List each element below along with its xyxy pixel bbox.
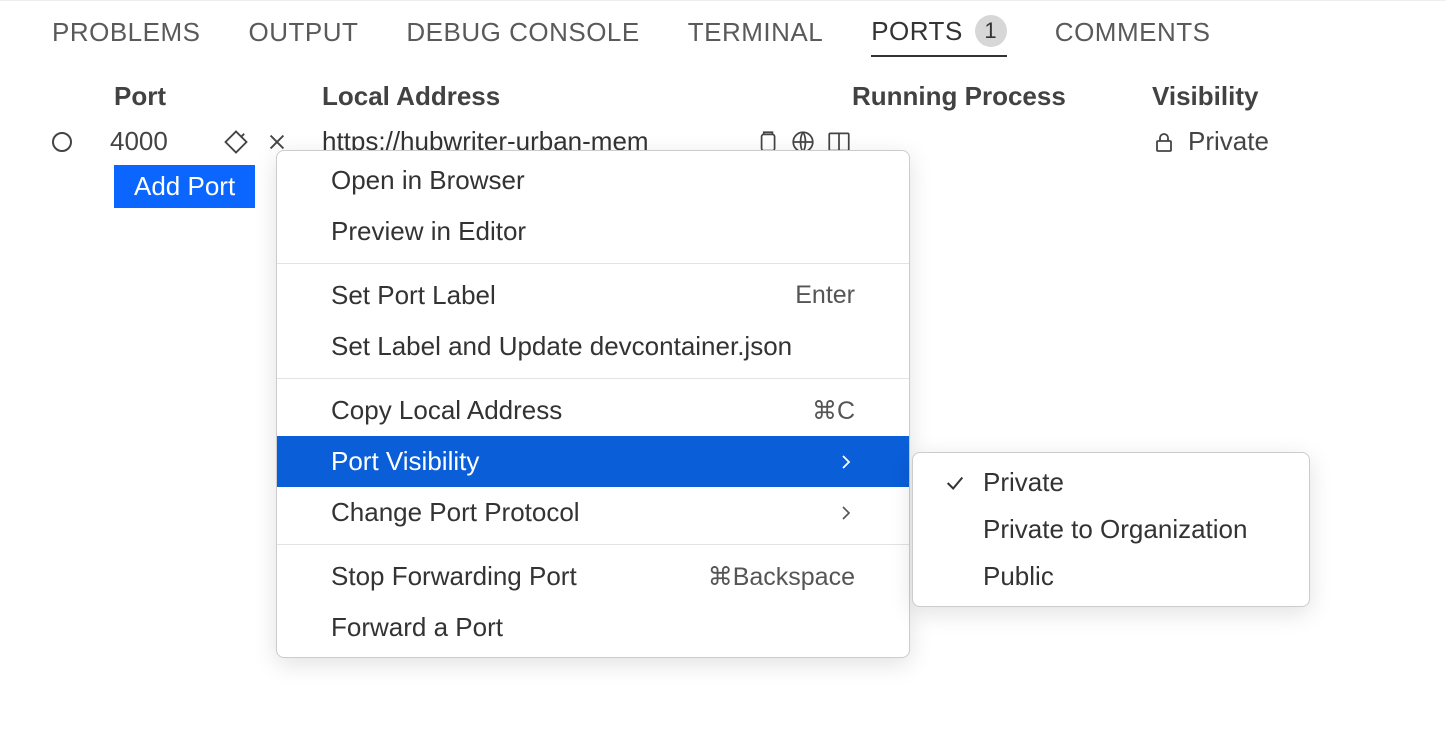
lock-icon <box>1152 130 1176 154</box>
menu-set-label-devcontainer-label: Set Label and Update devcontainer.json <box>331 331 792 362</box>
menu-separator <box>277 544 909 545</box>
cell-visibility: Private <box>1152 126 1394 157</box>
tab-problems-label: PROBLEMS <box>52 17 201 48</box>
submenu-private[interactable]: Private <box>913 459 1309 506</box>
tab-output[interactable]: OUTPUT <box>249 17 359 56</box>
label-tag-icon[interactable] <box>222 128 250 156</box>
column-local-address: Local Address <box>322 81 852 112</box>
menu-separator <box>277 378 909 379</box>
column-running-process: Running Process <box>852 81 1152 112</box>
tab-debug-console-label: DEBUG CONSOLE <box>406 17 639 48</box>
tab-comments[interactable]: COMMENTS <box>1055 17 1211 56</box>
menu-set-label-devcontainer[interactable]: Set Label and Update devcontainer.json <box>277 321 909 372</box>
tab-ports-label: PORTS <box>871 16 963 47</box>
chevron-right-icon <box>837 504 855 522</box>
menu-preview-in-editor[interactable]: Preview in Editor <box>277 206 909 257</box>
menu-open-in-browser[interactable]: Open in Browser <box>277 155 909 206</box>
port-number: 4000 <box>110 126 168 157</box>
tab-problems[interactable]: PROBLEMS <box>52 17 201 56</box>
column-visibility: Visibility <box>1152 81 1394 112</box>
panel-tabs: PROBLEMS OUTPUT DEBUG CONSOLE TERMINAL P… <box>0 1 1446 67</box>
ports-badge: 1 <box>975 15 1007 47</box>
menu-change-port-protocol-label: Change Port Protocol <box>331 497 580 528</box>
tab-comments-label: COMMENTS <box>1055 17 1211 48</box>
menu-set-port-label-label: Set Port Label <box>331 280 496 311</box>
tab-output-label: OUTPUT <box>249 17 359 48</box>
tab-ports[interactable]: PORTS 1 <box>871 15 1007 57</box>
chevron-right-icon <box>837 453 855 471</box>
menu-copy-local-address[interactable]: Copy Local Address ⌘C <box>277 385 909 436</box>
menu-stop-forwarding-shortcut: ⌘Backspace <box>708 562 855 592</box>
menu-forward-a-port-label: Forward a Port <box>331 612 503 643</box>
visibility-value: Private <box>1188 126 1269 157</box>
port-status-icon <box>52 132 72 152</box>
menu-copy-local-address-label: Copy Local Address <box>331 395 562 426</box>
visibility-submenu: Private Private to Organization Public <box>912 452 1310 607</box>
menu-port-visibility-label: Port Visibility <box>331 446 479 477</box>
tab-terminal[interactable]: TERMINAL <box>688 17 823 56</box>
menu-open-in-browser-label: Open in Browser <box>331 165 525 196</box>
tab-terminal-label: TERMINAL <box>688 17 823 48</box>
context-menu: Open in Browser Preview in Editor Set Po… <box>276 150 910 658</box>
submenu-public[interactable]: Public <box>913 553 1309 600</box>
menu-port-visibility[interactable]: Port Visibility <box>277 436 909 487</box>
submenu-private-org-label: Private to Organization <box>983 514 1247 545</box>
menu-stop-forwarding-label: Stop Forwarding Port <box>331 561 577 592</box>
tab-debug-console[interactable]: DEBUG CONSOLE <box>406 17 639 56</box>
menu-set-port-label-shortcut: Enter <box>795 281 855 310</box>
menu-change-port-protocol[interactable]: Change Port Protocol <box>277 487 909 538</box>
menu-set-port-label[interactable]: Set Port Label Enter <box>277 270 909 321</box>
ports-table-header: Port Local Address Running Process Visib… <box>0 67 1446 120</box>
check-icon <box>941 472 969 494</box>
submenu-private-label: Private <box>983 467 1064 498</box>
add-port-button[interactable]: Add Port <box>114 165 255 208</box>
menu-copy-local-address-shortcut: ⌘C <box>812 396 855 426</box>
submenu-public-label: Public <box>983 561 1054 592</box>
menu-forward-a-port[interactable]: Forward a Port <box>277 602 909 653</box>
menu-stop-forwarding-port[interactable]: Stop Forwarding Port ⌘Backspace <box>277 551 909 602</box>
submenu-private-to-organization[interactable]: Private to Organization <box>913 506 1309 553</box>
menu-preview-in-editor-label: Preview in Editor <box>331 216 526 247</box>
column-port: Port <box>52 81 322 112</box>
menu-separator <box>277 263 909 264</box>
